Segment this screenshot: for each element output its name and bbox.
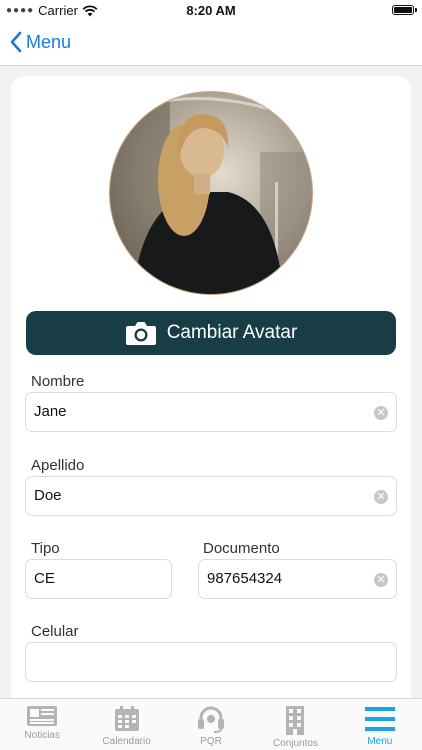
documento-field: ✕: [198, 559, 397, 599]
status-bar: ●●●● Carrier 8:20 AM: [0, 0, 422, 22]
celular-label: Celular: [31, 623, 79, 640]
tab-noticias[interactable]: Noticias: [0, 699, 84, 750]
documento-input[interactable]: [207, 570, 365, 587]
building-icon: [286, 706, 305, 735]
news-icon: [27, 706, 58, 726]
tipo-input[interactable]: [34, 570, 150, 587]
back-button[interactable]: Menu: [10, 31, 71, 53]
nombre-field: ✕: [25, 392, 397, 432]
camera-icon: [125, 322, 156, 345]
calendar-icon: [114, 706, 139, 731]
avatar-photo: [110, 92, 312, 294]
back-label: Menu: [26, 31, 72, 52]
tab-bar: Noticias Calendario PQR Conjuntos Menu: [0, 698, 422, 750]
clear-icon[interactable]: ✕: [374, 573, 388, 587]
documento-label: Documento: [203, 540, 280, 557]
clear-icon[interactable]: ✕: [374, 406, 388, 420]
tab-menu[interactable]: Menu: [338, 699, 422, 750]
change-avatar-label: Cambiar Avatar: [166, 322, 298, 343]
tab-pqr[interactable]: PQR: [169, 699, 253, 750]
nombre-label: Nombre: [31, 373, 85, 390]
battery-icon: [392, 5, 417, 15]
chevron-left-icon: [10, 31, 22, 53]
apellido-field: ✕: [25, 476, 397, 516]
status-time: 8:20 AM: [186, 3, 236, 18]
profile-card: Cambiar Avatar Nombre ✕ Apellido ✕ Tipo …: [11, 76, 411, 716]
menu-icon: [364, 707, 395, 731]
clear-icon[interactable]: ✕: [374, 490, 388, 504]
tab-calendario[interactable]: Calendario: [84, 699, 168, 750]
tipo-label: Tipo: [31, 540, 60, 557]
tab-label: Conjuntos: [272, 738, 318, 749]
tab-label: Calendario: [102, 736, 151, 747]
change-avatar-button[interactable]: Cambiar Avatar: [26, 311, 396, 355]
navigation-bar: Menu: [0, 22, 422, 66]
apellido-label: Apellido: [31, 457, 85, 474]
tab-label: Noticias: [24, 730, 60, 741]
tab-label: PQR: [200, 736, 222, 747]
celular-field: [25, 642, 397, 682]
tab-label: Menu: [367, 736, 393, 747]
apellido-input[interactable]: [34, 487, 330, 504]
tipo-field: [25, 559, 172, 599]
avatar: [109, 91, 313, 295]
tab-conjuntos[interactable]: Conjuntos: [253, 699, 337, 750]
headset-icon: [198, 706, 225, 733]
celular-input[interactable]: [34, 653, 330, 670]
nombre-input[interactable]: [34, 403, 330, 420]
